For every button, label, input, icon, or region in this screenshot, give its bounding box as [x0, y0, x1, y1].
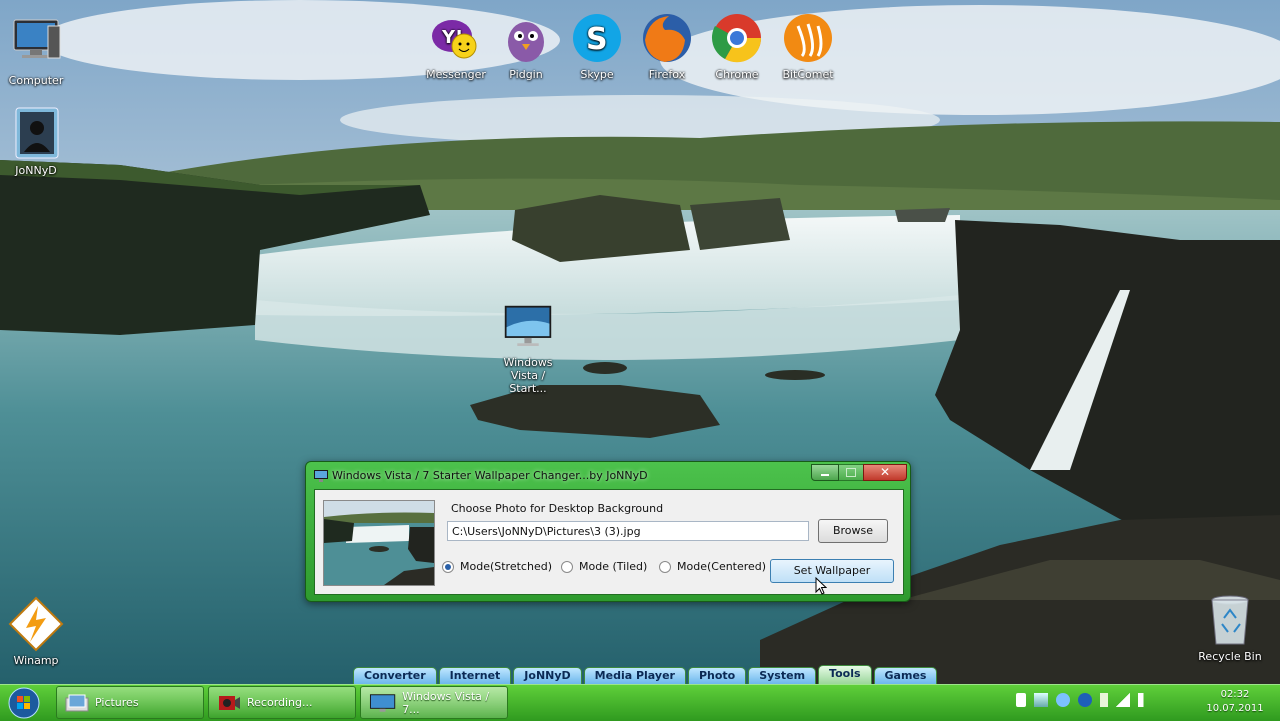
radio-label: Mode(Centered) — [677, 560, 767, 573]
close-button[interactable]: ✕ — [863, 464, 907, 481]
volume-icon[interactable] — [1138, 693, 1152, 707]
desktop-icon-label: Chrome — [715, 68, 759, 81]
radio-label: Mode (Tiled) — [579, 560, 648, 573]
desktop-icon-label: Skype — [580, 68, 614, 81]
settings-icon[interactable] — [1056, 693, 1070, 707]
desktop-icon-bitcomet[interactable]: BitComet — [772, 10, 844, 81]
mode-centered-radio[interactable]: Mode(Centered) — [659, 560, 766, 573]
taskbar-button-wallpaper-changer[interactable]: Windows Vista / 7... — [360, 686, 508, 719]
desktop-icon-label: Messenger — [426, 68, 486, 81]
desktop-icon-firefox[interactable]: Firefox — [631, 10, 703, 81]
desktop-icon-label: Windows Vista / Start... — [503, 356, 553, 395]
radio-label: Mode(Stretched) — [460, 560, 552, 573]
tab-internet[interactable]: Internet — [438, 667, 512, 684]
bluetooth-icon[interactable] — [1078, 693, 1092, 707]
desktop-icon-user-folder[interactable]: JoNNyD — [0, 106, 72, 177]
yahoo-messenger-icon: Y! — [432, 20, 477, 59]
taskbar-clock[interactable]: 02:32 10.07.2011 — [1198, 688, 1272, 716]
set-wallpaper-button[interactable]: Set Wallpaper — [770, 559, 894, 583]
wallpaper-preview-image — [323, 500, 435, 586]
folder-icon — [65, 694, 89, 711]
desktop-wallpaper — [0, 0, 1280, 720]
recycle-bin-icon — [1211, 595, 1249, 645]
desktop-icon-recycle-bin[interactable]: Recycle Bin — [1194, 592, 1266, 663]
window-app-icon — [314, 470, 328, 482]
desktop-icon-winamp[interactable]: Winamp — [0, 596, 72, 667]
tab-system[interactable]: System — [748, 667, 817, 684]
bitcomet-icon — [784, 14, 832, 62]
tab-photo[interactable]: Photo — [687, 667, 747, 684]
tab-tools[interactable]: Tools — [818, 665, 872, 684]
pidgin-icon — [508, 22, 544, 62]
radio-indicator — [442, 560, 454, 573]
usb-device-icon[interactable] — [1016, 693, 1026, 707]
chrome-icon — [711, 14, 762, 63]
clock-date: 10.07.2011 — [1206, 703, 1264, 714]
desktop-icon-chrome[interactable]: Chrome — [701, 10, 773, 81]
desktop-icon-label: Recycle Bin — [1198, 650, 1262, 663]
firefox-icon — [643, 14, 691, 62]
set-wallpaper-button-label: Set Wallpaper — [793, 564, 871, 577]
desktop-icon-wallpaper-changer[interactable]: Windows Vista / Start... — [491, 304, 565, 395]
camera-icon — [219, 695, 240, 710]
desktop-icon-label: Computer — [8, 74, 64, 87]
signal-strength-icon[interactable] — [1116, 693, 1130, 707]
launcher-tab-strip: Converter Internet JoNNyD Media Player P… — [353, 665, 939, 684]
mode-stretched-radio[interactable]: Mode(Stretched) — [442, 560, 552, 573]
desktop-icon-label: BitComet — [782, 68, 834, 81]
tab-converter[interactable]: Converter — [353, 667, 437, 684]
desktop-icon-label: Winamp — [13, 654, 59, 667]
desktop-icon-computer[interactable]: Computer — [0, 16, 72, 87]
minimize-icon — [821, 474, 829, 476]
battery-icon[interactable] — [1100, 693, 1108, 707]
clock-time: 02:32 — [1220, 689, 1250, 700]
network-tool-icon[interactable] — [1034, 693, 1048, 707]
tab-games[interactable]: Games — [873, 667, 938, 684]
desktop-icon-label: Firefox — [648, 68, 686, 81]
maximize-icon — [846, 468, 856, 477]
taskbar-button-pictures[interactable]: Pictures — [56, 686, 204, 719]
radio-indicator — [561, 560, 573, 573]
tab-jonnyd[interactable]: JoNNyD — [513, 667, 582, 684]
taskbar-button-label: Pictures — [95, 696, 139, 709]
window-title: Windows Vista / 7 Starter Wallpaper Chan… — [332, 469, 648, 482]
close-icon: ✕ — [880, 465, 891, 479]
taskbar: Pictures Recording... Windows Vista / 7.… — [0, 684, 1280, 721]
desktop-icon-label: JoNNyD — [15, 164, 57, 177]
minimize-button[interactable] — [811, 464, 839, 481]
taskbar-button-label: Recording... — [247, 696, 313, 709]
taskbar-button-recording[interactable]: Recording... — [208, 686, 356, 719]
desktop-icon-messenger[interactable]: Y! Messenger — [420, 10, 492, 81]
maximize-button[interactable] — [838, 464, 864, 481]
desktop-icon-pidgin[interactable]: Pidgin — [490, 10, 562, 81]
skype-icon: S — [573, 14, 621, 62]
mode-tiled-radio[interactable]: Mode (Tiled) — [561, 560, 647, 573]
computer-icon — [13, 19, 61, 59]
user-folder-icon — [15, 107, 59, 159]
winamp-icon — [8, 596, 64, 652]
desktop-icon-label: Pidgin — [509, 68, 543, 81]
monitor-icon — [504, 305, 552, 346]
monitor-icon — [369, 693, 396, 712]
radio-indicator — [659, 560, 671, 573]
desktop-icon-skype[interactable]: S Skype — [561, 10, 633, 81]
tab-media-player[interactable]: Media Player — [583, 667, 686, 684]
browse-button[interactable]: Browse — [818, 519, 888, 543]
browse-button-label: Browse — [832, 524, 874, 537]
choose-photo-label: Choose Photo for Desktop Background — [451, 502, 664, 515]
start-button[interactable] — [4, 686, 44, 720]
taskbar-button-label: Windows Vista / 7... — [402, 689, 490, 716]
mouse-cursor-icon — [815, 577, 827, 595]
svg-text:S: S — [586, 22, 608, 57]
image-path-input[interactable] — [447, 521, 809, 541]
system-tray — [1016, 693, 1152, 707]
